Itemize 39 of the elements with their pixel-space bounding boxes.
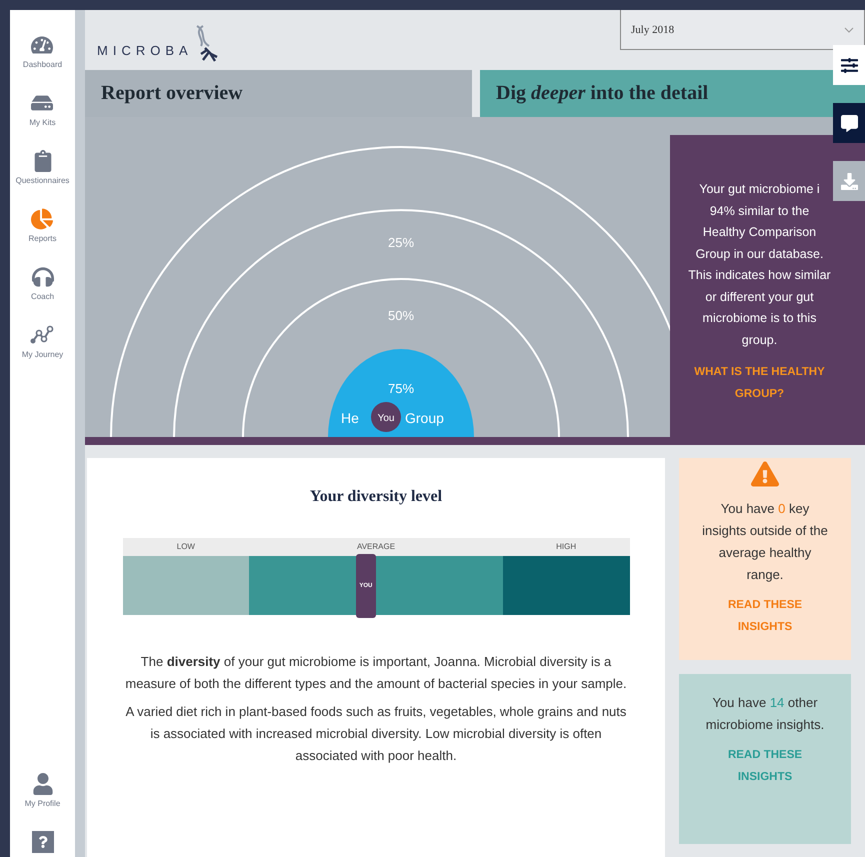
healthy-group-link[interactable]: WHAT IS THE HEALTHY GROUP? — [688, 361, 831, 405]
route-icon — [30, 324, 54, 346]
insight-text: You have 14 other microbiome insights. — [704, 694, 826, 734]
sidebar-item[interactable]: Questionnaires — [16, 150, 70, 208]
tab[interactable]: Dig deeper into the detail — [480, 70, 865, 117]
date-select[interactable]: July 2018 — [620, 10, 865, 50]
chevron-icon — [844, 26, 854, 32]
band-label: AVERAGE — [249, 538, 503, 556]
band-label: HIGH — [502, 538, 630, 556]
card-title: Your diversity level — [310, 488, 442, 506]
sliders-icon — [840, 56, 858, 74]
pie-chart-icon — [31, 208, 54, 230]
description-text: A varied diet rich in plant-based foods such as fruits, vegetables, whole grains and nuts is associated with increased microbial diversity. Low microbial diversity is often associated with poor health. — [124, 703, 628, 765]
sidebar-item[interactable]: Reports — [28, 208, 56, 266]
insight-text: You have 0 key insights outside of the average healthy range. — [701, 500, 829, 584]
sidebar-item[interactable]: My Profile — [24, 773, 60, 831]
comment-button[interactable] — [833, 103, 865, 143]
group-label: He — [341, 410, 359, 426]
description-text: The diversity of your gut microbiome is important, Joanna. Microbial diversity is a measure of both the different types and the amount of bacterial species in your sample. — [124, 653, 628, 693]
download-icon — [840, 172, 858, 190]
user-icon — [32, 773, 54, 795]
dashboard-icon — [31, 34, 54, 56]
percent-label: 75% — [388, 381, 414, 396]
group-label: Group — [405, 410, 444, 426]
sidebar-item[interactable]: Dashboard — [22, 34, 62, 92]
you-marker: You — [371, 402, 401, 432]
headset-icon — [32, 266, 54, 288]
help-icon[interactable] — [32, 831, 54, 853]
similarity-summary: Your gut microbiome i 94% similar to the Healthy Comparison Group in our database. This indicates how similar or different your gut microbiome is to this group. — [688, 181, 831, 349]
tab[interactable]: Report overview — [85, 70, 472, 117]
sidebar-item[interactable]: Coach — [30, 266, 54, 324]
band-label: LOW — [122, 538, 250, 556]
sidebar-item[interactable]: My Journey — [22, 324, 64, 382]
comment-icon — [840, 114, 858, 132]
percent-label: 50% — [388, 308, 414, 323]
logo-text: MICROBA — [97, 43, 193, 58]
filter-button[interactable] — [833, 45, 865, 85]
sidebar-item[interactable]: My Kits — [29, 92, 56, 150]
percent-label: 25% — [388, 235, 414, 250]
